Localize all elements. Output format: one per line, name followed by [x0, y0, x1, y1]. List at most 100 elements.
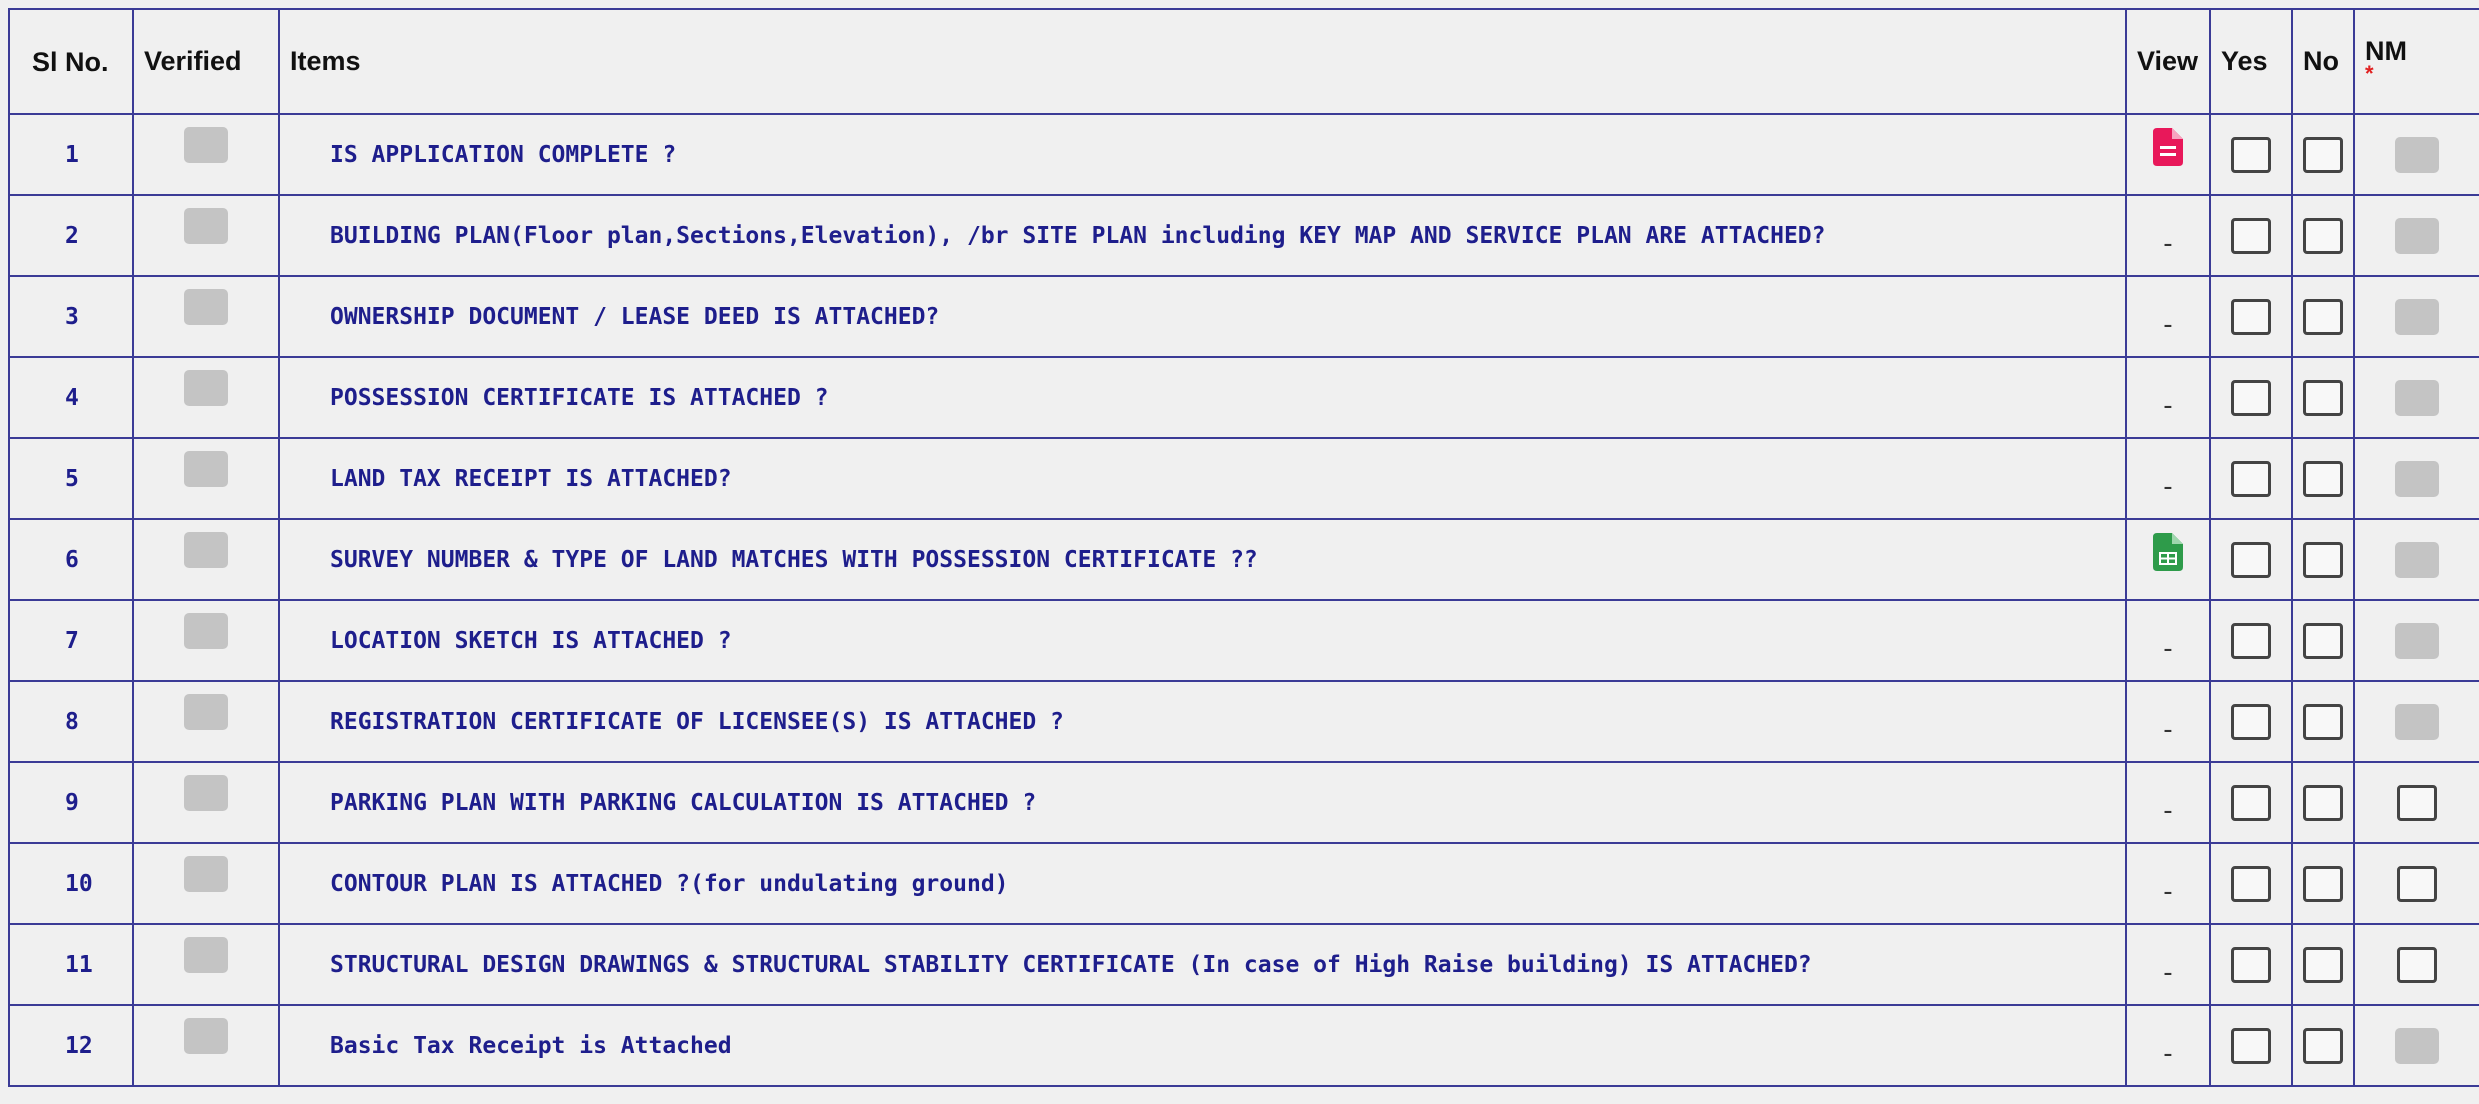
yes-cell: [2209, 600, 2293, 682]
view-cell: -: [2125, 1005, 2211, 1087]
nm-checkbox[interactable]: [2397, 866, 2437, 902]
item-text: LAND TAX RECEIPT IS ATTACHED?: [278, 438, 2127, 520]
header-items: Items: [278, 8, 2127, 115]
no-checkbox[interactable]: [2303, 218, 2343, 254]
header-row: Sl No. Verified Items View Yes No NM *: [8, 8, 2479, 115]
verified-cell: [132, 276, 280, 358]
yes-cell: [2209, 276, 2293, 358]
table-row: 1 IS APPLICATION COMPLETE ?: [8, 114, 2479, 196]
no-checkbox[interactable]: [2303, 137, 2343, 173]
view-cell: -: [2125, 195, 2211, 277]
no-cell: [2291, 600, 2355, 682]
yes-checkbox[interactable]: [2231, 704, 2271, 740]
header-verified: Verified: [132, 8, 280, 115]
nm-checkbox-disabled: [2395, 380, 2439, 416]
no-checkbox[interactable]: [2303, 299, 2343, 335]
nm-cell: [2353, 600, 2479, 682]
yes-cell: [2209, 924, 2293, 1006]
yes-checkbox[interactable]: [2231, 461, 2271, 497]
header-no: No: [2291, 8, 2355, 115]
nm-checkbox[interactable]: [2397, 947, 2437, 983]
yes-checkbox[interactable]: [2231, 299, 2271, 335]
nm-cell: [2353, 438, 2479, 520]
no-document-dash: -: [2163, 471, 2173, 502]
item-text: STRUCTURAL DESIGN DRAWINGS & STRUCTURAL …: [278, 924, 2127, 1006]
no-cell: [2291, 1005, 2355, 1087]
no-document-dash: -: [2163, 228, 2173, 259]
table-row: 2 BUILDING PLAN(Floor plan,Sections,Eleva…: [8, 195, 2479, 277]
verified-cell: [132, 1005, 280, 1087]
item-text: SURVEY NUMBER & TYPE OF LAND MATCHES WIT…: [278, 519, 2127, 601]
nm-checkbox[interactable]: [2397, 785, 2437, 821]
sl-number: 8: [8, 681, 134, 763]
no-document-dash: -: [2163, 714, 2173, 745]
verified-checkbox-disabled: [184, 775, 228, 811]
nm-cell: [2353, 357, 2479, 439]
header-view: View: [2125, 8, 2211, 115]
no-document-dash: -: [2163, 1038, 2173, 1069]
nm-checkbox-disabled: [2395, 623, 2439, 659]
table-row: 9 PARKING PLAN WITH PARKING CALCULATION I…: [8, 762, 2479, 844]
header-sl-no: Sl No.: [8, 8, 134, 115]
yes-cell: [2209, 438, 2293, 520]
yes-checkbox[interactable]: [2231, 947, 2271, 983]
checklist-table: Sl No. Verified Items View Yes No NM * 1 I…: [8, 8, 2479, 1087]
no-document-dash: -: [2163, 309, 2173, 340]
verified-cell: [132, 924, 280, 1006]
table-row: 7 LOCATION SKETCH IS ATTACHED ? -: [8, 600, 2479, 682]
no-checkbox[interactable]: [2303, 866, 2343, 902]
spreadsheet-document-icon[interactable]: [2153, 533, 2183, 578]
item-text: LOCATION SKETCH IS ATTACHED ?: [278, 600, 2127, 682]
yes-checkbox[interactable]: [2231, 137, 2271, 173]
no-cell: [2291, 843, 2355, 925]
yes-checkbox[interactable]: [2231, 380, 2271, 416]
item-text: IS APPLICATION COMPLETE ?: [278, 114, 2127, 196]
no-cell: [2291, 438, 2355, 520]
view-cell: -: [2125, 924, 2211, 1006]
yes-cell: [2209, 843, 2293, 925]
nm-cell: [2353, 924, 2479, 1006]
yes-cell: [2209, 681, 2293, 763]
nm-checkbox-disabled: [2395, 299, 2439, 335]
yes-checkbox[interactable]: [2231, 1028, 2271, 1064]
nm-cell: [2353, 1005, 2479, 1087]
table-row: 11 STRUCTURAL DESIGN DRAWINGS & STRUCTURA…: [8, 924, 2479, 1006]
nm-cell: [2353, 681, 2479, 763]
nm-cell: [2353, 114, 2479, 196]
no-checkbox[interactable]: [2303, 380, 2343, 416]
sl-number: 9: [8, 762, 134, 844]
sl-number: 11: [8, 924, 134, 1006]
no-checkbox[interactable]: [2303, 1028, 2343, 1064]
yes-checkbox[interactable]: [2231, 218, 2271, 254]
sl-number: 7: [8, 600, 134, 682]
no-checkbox[interactable]: [2303, 623, 2343, 659]
sl-number: 1: [8, 114, 134, 196]
no-checkbox[interactable]: [2303, 785, 2343, 821]
nm-cell: [2353, 843, 2479, 925]
yes-checkbox[interactable]: [2231, 542, 2271, 578]
pdf-document-icon[interactable]: [2153, 128, 2183, 173]
nm-checkbox-disabled: [2395, 704, 2439, 740]
yes-checkbox[interactable]: [2231, 866, 2271, 902]
table-row: 8 REGISTRATION CERTIFICATE OF LICENSEE(S)…: [8, 681, 2479, 763]
view-cell: -: [2125, 681, 2211, 763]
yes-cell: [2209, 762, 2293, 844]
no-document-dash: -: [2163, 876, 2173, 907]
sl-number: 10: [8, 843, 134, 925]
table-row: 4 POSSESSION CERTIFICATE IS ATTACHED ? -: [8, 357, 2479, 439]
verified-checkbox-disabled: [184, 613, 228, 649]
no-checkbox[interactable]: [2303, 704, 2343, 740]
yes-checkbox[interactable]: [2231, 785, 2271, 821]
verified-checkbox-disabled: [184, 532, 228, 568]
table-row: 5 LAND TAX RECEIPT IS ATTACHED? -: [8, 438, 2479, 520]
no-checkbox[interactable]: [2303, 461, 2343, 497]
view-cell: -: [2125, 438, 2211, 520]
no-document-dash: -: [2163, 633, 2173, 664]
nm-cell: [2353, 276, 2479, 358]
no-checkbox[interactable]: [2303, 947, 2343, 983]
table-row: 3 OWNERSHIP DOCUMENT / LEASE DEED IS ATTA…: [8, 276, 2479, 358]
yes-checkbox[interactable]: [2231, 623, 2271, 659]
item-text: Basic Tax Receipt is Attached: [278, 1005, 2127, 1087]
no-checkbox[interactable]: [2303, 542, 2343, 578]
verified-checkbox-disabled: [184, 451, 228, 487]
